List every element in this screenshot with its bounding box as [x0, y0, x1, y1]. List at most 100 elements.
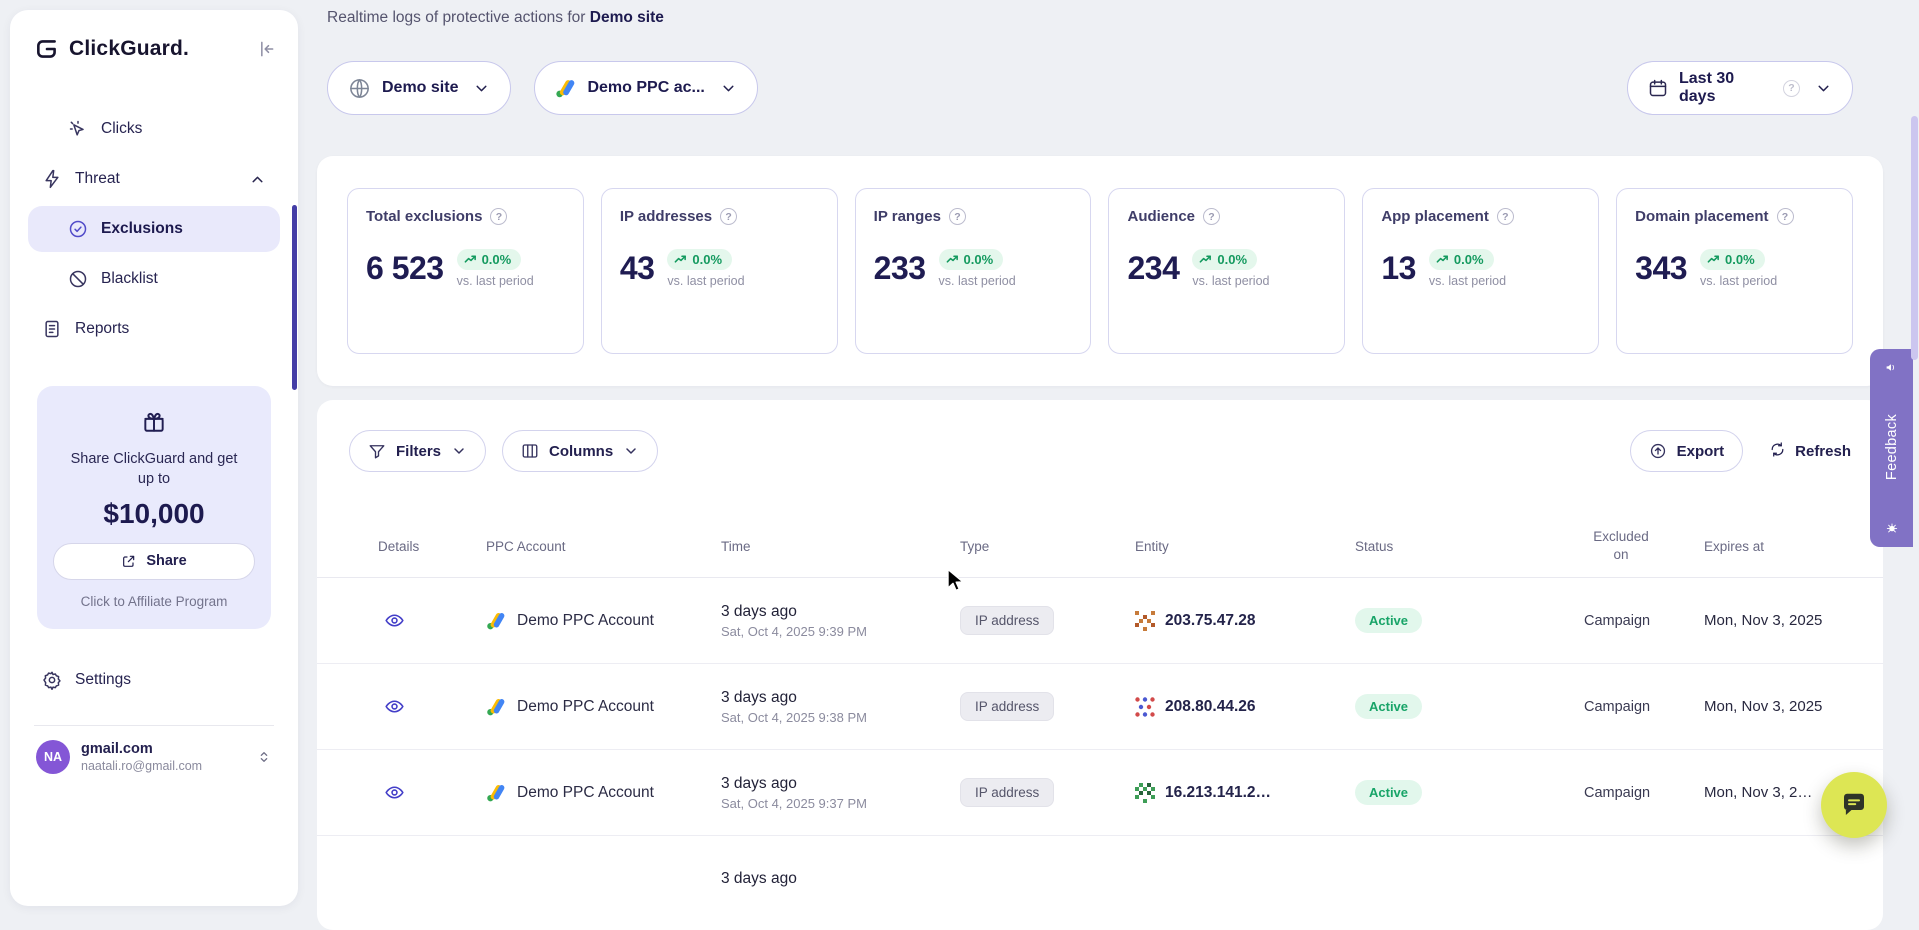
- brand-mark-icon: [34, 36, 60, 62]
- stat-label: App placement: [1381, 208, 1489, 225]
- time-relative: 3 days ago: [721, 775, 960, 793]
- export-button[interactable]: Export: [1630, 430, 1744, 472]
- delta-badge: 0.0%: [1429, 249, 1494, 270]
- time-relative: 3 days ago: [721, 603, 960, 621]
- help-icon[interactable]: ?: [1203, 208, 1220, 225]
- sidebar-scrollbar[interactable]: [292, 205, 297, 390]
- trend-up-icon: [1436, 253, 1449, 266]
- affiliate-promo-card: Share ClickGuard and get up to $10,000 S…: [37, 386, 271, 629]
- share-button[interactable]: Share: [53, 543, 255, 580]
- stat-caption: vs. last period: [667, 274, 744, 288]
- date-range-dropdown[interactable]: Last 30 days ?: [1627, 61, 1853, 115]
- chevron-down-icon: [720, 80, 737, 97]
- delta-badge: 0.0%: [1192, 249, 1257, 270]
- stat-value: 43: [620, 250, 655, 287]
- ppc-account-name: Demo PPC Account: [517, 612, 654, 630]
- sidebar: ClickGuard. Clicks Threat Exclusions: [10, 10, 298, 906]
- status-badge: Active: [1355, 608, 1422, 633]
- user-menu[interactable]: NA gmail.com naatali.ro@gmail.com: [30, 740, 278, 774]
- excluded-on-value: Campaign: [1584, 613, 1704, 629]
- ppc-account-name: Demo PPC Account: [517, 698, 654, 716]
- delta-badge: 0.0%: [939, 249, 1004, 270]
- stat-caption: vs. last period: [457, 274, 534, 288]
- delta-badge: 0.0%: [667, 249, 732, 270]
- chat-launcher-button[interactable]: [1821, 772, 1887, 838]
- globe-icon: [348, 77, 371, 100]
- sidebar-item-clicks[interactable]: Clicks: [28, 106, 280, 152]
- time-relative: 3 days ago: [721, 870, 960, 888]
- sidebar-item-label: Threat: [75, 170, 120, 188]
- expires-at-value: Mon, Nov 3, 2025: [1704, 698, 1883, 715]
- columns-icon: [521, 442, 539, 460]
- sidebar-item-settings[interactable]: Settings: [28, 657, 280, 703]
- stat-caption: vs. last period: [1429, 274, 1506, 288]
- google-ads-icon: [486, 783, 506, 803]
- type-chip: IP address: [960, 778, 1054, 807]
- collapse-sidebar-icon[interactable]: [256, 39, 276, 59]
- entity-value: 16.213.141.2…: [1165, 784, 1271, 802]
- subtitle-site-name: Demo site: [590, 9, 664, 26]
- sidebar-item-threat[interactable]: Threat: [28, 156, 280, 202]
- table-header-row: Details PPC Account Time Type Entity Sta…: [317, 515, 1883, 578]
- gear-icon: [42, 670, 62, 690]
- entity-identicon: [1135, 783, 1155, 803]
- stats-summary-card: Total exclusions? 6 523 0.0% vs. last pe…: [317, 156, 1883, 386]
- sidebar-item-label: Blacklist: [101, 270, 158, 288]
- chevron-down-icon: [1815, 80, 1832, 97]
- page-scrollbar-thumb[interactable]: [1911, 116, 1918, 360]
- stat-value: 13: [1381, 250, 1416, 287]
- sidebar-item-blacklist[interactable]: Blacklist: [28, 256, 280, 302]
- stat-value: 343: [1635, 250, 1687, 287]
- stat-total-exclusions: Total exclusions? 6 523 0.0% vs. last pe…: [347, 188, 584, 354]
- cursor-click-icon: [68, 119, 88, 139]
- affiliate-link[interactable]: Click to Affiliate Program: [81, 594, 228, 609]
- filter-icon: [368, 442, 386, 460]
- view-details-button[interactable]: [380, 606, 409, 635]
- stat-label: IP addresses: [620, 208, 712, 225]
- help-icon[interactable]: ?: [720, 208, 737, 225]
- help-icon[interactable]: ?: [1783, 80, 1800, 97]
- refresh-button[interactable]: Refresh: [1769, 441, 1851, 462]
- exclusions-table-card: Filters Columns Export Refresh Details P…: [317, 400, 1883, 930]
- brand-name: ClickGuard.: [69, 37, 189, 61]
- trend-up-icon: [674, 253, 687, 266]
- sidebar-item-exclusions[interactable]: Exclusions: [28, 206, 280, 252]
- filters-dropdown-button[interactable]: Filters: [349, 430, 486, 472]
- help-icon[interactable]: ?: [949, 208, 966, 225]
- gift-icon: [141, 408, 167, 439]
- view-details-button[interactable]: [380, 778, 409, 807]
- report-icon: [42, 319, 62, 339]
- feedback-tab[interactable]: Feedback: [1870, 349, 1913, 547]
- sidebar-item-label: Clicks: [101, 120, 142, 138]
- view-details-button[interactable]: [380, 692, 409, 721]
- expires-at-value: Mon, Nov 3, 2025: [1704, 612, 1883, 629]
- time-absolute: Sat, Oct 4, 2025 9:38 PM: [721, 710, 960, 725]
- trend-up-icon: [1707, 253, 1720, 266]
- ppc-account-selector-dropdown[interactable]: Demo PPC ac...: [534, 61, 757, 115]
- export-icon: [1649, 442, 1667, 460]
- time-relative: 3 days ago: [721, 689, 960, 707]
- help-icon[interactable]: ?: [1497, 208, 1514, 225]
- chevron-down-icon: [473, 80, 490, 97]
- entity-value: 203.75.47.28: [1165, 612, 1256, 630]
- time-absolute: Sat, Oct 4, 2025 9:37 PM: [721, 796, 960, 811]
- blocked-icon: [68, 269, 88, 289]
- help-icon[interactable]: ?: [1777, 208, 1794, 225]
- settings-label: Settings: [75, 671, 131, 689]
- sidebar-item-reports[interactable]: Reports: [28, 306, 280, 352]
- status-badge: Active: [1355, 780, 1422, 805]
- user-name: gmail.com: [81, 741, 202, 757]
- site-selector-dropdown[interactable]: Demo site: [327, 61, 511, 115]
- help-icon[interactable]: ?: [490, 208, 507, 225]
- chat-bubble-icon: [1839, 790, 1869, 820]
- time-absolute: Sat, Oct 4, 2025 9:39 PM: [721, 624, 960, 639]
- page-scrollbar[interactable]: [1911, 0, 1919, 867]
- stat-ip-ranges: IP ranges? 233 0.0% vs. last period: [855, 188, 1092, 354]
- columns-dropdown-button[interactable]: Columns: [502, 430, 658, 472]
- col-header-ppc-account: PPC Account: [486, 539, 721, 554]
- chevron-down-icon: [451, 443, 467, 459]
- zap-icon: [42, 169, 62, 189]
- stat-value: 233: [874, 250, 926, 287]
- chevron-up-icon: [249, 171, 266, 188]
- entity-value: 208.80.44.26: [1165, 698, 1256, 716]
